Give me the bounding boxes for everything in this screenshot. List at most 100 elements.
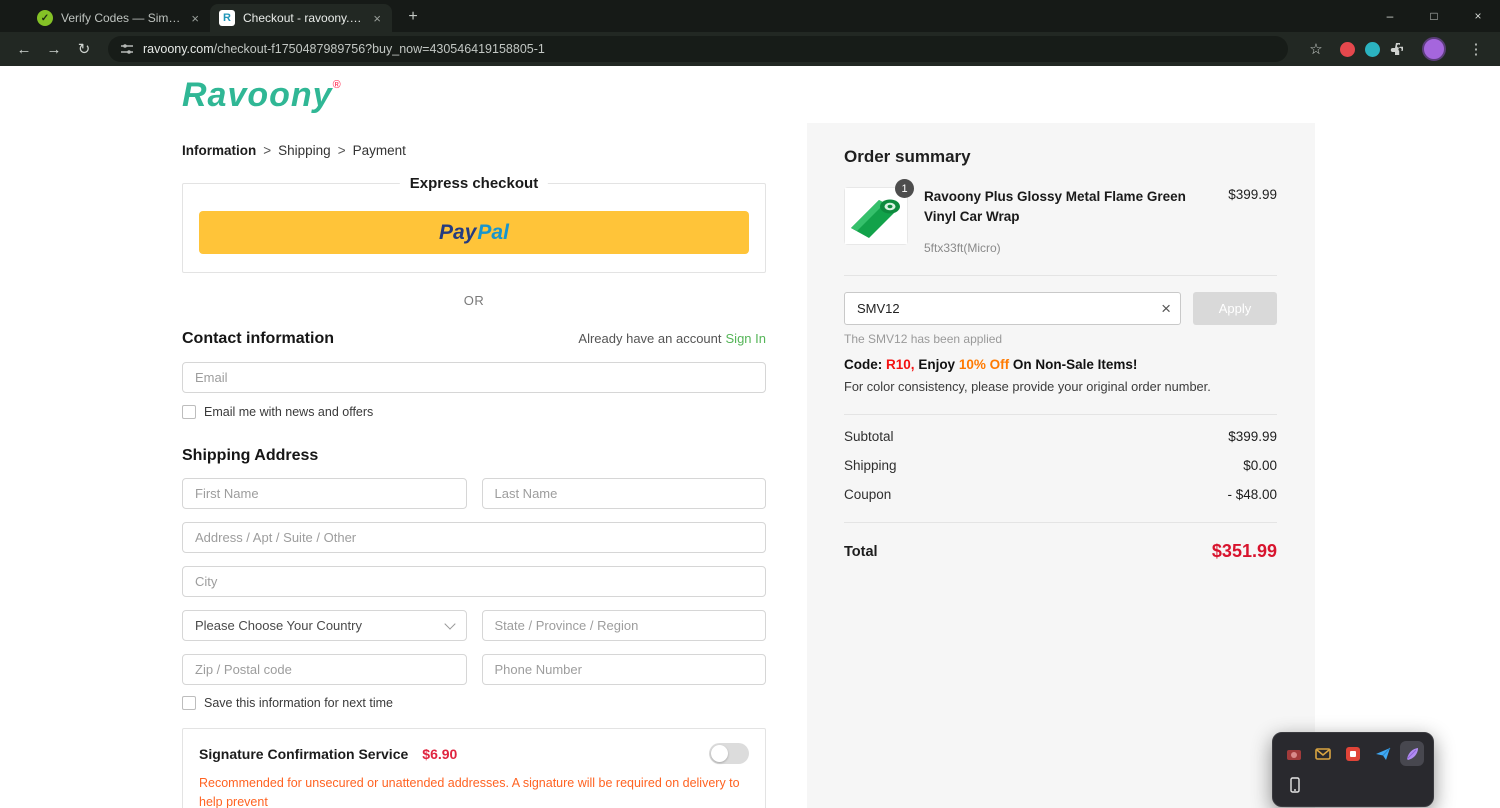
name-fields-row [182,478,766,509]
signature-service-header: Signature Confirmation Service $6.90 [199,743,749,764]
product-name: Ravoony Plus Glossy Metal Flame Green Vi… [924,189,1186,224]
browser-navbar: ← → ↻ ravoony.com/checkout-f175048798975… [0,32,1500,66]
coupon-value: - $48.00 [1227,487,1277,503]
mobile-phone-icon[interactable] [1282,772,1307,797]
phone-field[interactable] [481,654,766,685]
promo-discount: 10% Off [958,357,1010,373]
summary-divider [844,522,1277,524]
total-row: Total $351.99 [844,541,1277,562]
save-info-checkbox[interactable] [182,696,196,710]
extensions-puzzle-icon[interactable] [1390,41,1406,57]
product-thumbnail: 1 [844,179,914,245]
quill-pen-icon[interactable] [1400,741,1424,766]
url-text[interactable]: ravoony.com/checkout-f1750487989756?buy_… [143,42,545,56]
tab-close-icon[interactable]: × [189,11,201,26]
product-price: $399.99 [1228,187,1277,202]
paypal-logo-pal: Pal [477,220,509,244]
address-field[interactable] [182,522,766,553]
total-label: Total [844,543,878,560]
simplycodes-favicon-icon: ✓ [37,10,53,26]
promo-code-label: Code: [844,357,883,373]
breadcrumb-information[interactable]: Information [182,143,256,158]
save-info-label: Save this information for next time [204,696,393,710]
ravoony-favicon-icon: R [219,10,235,26]
toggle-knob [711,745,728,762]
tab-close-icon[interactable]: × [371,11,383,26]
extension-popup-toolbar [1272,732,1434,807]
shipping-row: Shipping $0.00 [844,458,1277,473]
quantity-badge: 1 [895,179,914,198]
shipping-address-title: Shipping Address [182,447,319,464]
shipping-label: Shipping [844,458,897,474]
account-prompt: Already have an account Sign In [578,331,766,346]
tab-checkout-ravoony[interactable]: R Checkout - ravoony.com × [210,4,392,32]
breadcrumb-separator: > [263,143,272,158]
camera-icon[interactable] [1282,741,1306,766]
promo-code-line: Code: R10, Enjoy 10% Off On Non-Sale Ite… [844,357,1277,372]
navbar-right-icons: ☆ ⋮ [1298,35,1490,63]
reload-icon[interactable]: ↻ [70,35,98,63]
forward-icon[interactable]: → [40,35,68,63]
signature-service-toggle[interactable] [709,743,749,764]
url-domain: ravoony.com [143,42,214,56]
popup-second-row [1282,772,1424,797]
newsletter-checkbox[interactable] [182,405,196,419]
clear-coupon-icon[interactable]: × [1161,300,1171,317]
last-name-field[interactable] [481,478,766,509]
subtotal-row: Subtotal $399.99 [844,429,1277,444]
maximize-button[interactable]: □ [1412,0,1456,32]
product-row: 1 Ravoony Plus Glossy Metal Flame Green … [844,179,1277,255]
browser-titlebar: ✓ Verify Codes — SimplyCodes × R Checkou… [0,0,1500,32]
site-settings-icon[interactable] [120,42,134,56]
breadcrumb-separator: > [337,143,346,158]
logo-registered-mark: ® [332,79,342,91]
checkout-form-column: Ravoony® Information > Shipping > Paymen… [182,66,766,808]
account-prompt-text: Already have an account [578,331,722,346]
url-bar[interactable]: ravoony.com/checkout-f1750487989756?buy_… [108,36,1288,62]
promo-code-value: R10, [886,357,915,373]
minimize-button[interactable]: – [1368,0,1412,32]
extension-red-icon[interactable] [1340,41,1355,57]
chevron-down-icon [443,617,456,630]
browser-menu-kebab-icon[interactable]: ⋮ [1462,35,1490,63]
zip-phone-row [182,654,766,685]
bookmark-star-icon[interactable]: ☆ [1302,35,1330,63]
product-info: Ravoony Plus Glossy Metal Flame Green Vi… [924,187,1212,255]
envelope-icon[interactable] [1312,741,1336,766]
contact-header-row: Contact information Already have an acco… [182,330,766,348]
promo-rest: On Non-Sale Items! [1012,357,1138,373]
apply-coupon-button[interactable]: Apply [1193,292,1277,326]
email-field[interactable] [182,362,766,393]
tab-title: Verify Codes — SimplyCodes [61,11,181,25]
back-icon[interactable]: ← [10,35,38,63]
coupon-input-wrap: × [844,292,1181,326]
zip-field[interactable] [182,654,467,685]
country-select[interactable]: Please Choose Your Country [182,610,467,641]
first-name-field[interactable] [182,478,467,509]
extension-teal-icon[interactable] [1365,41,1380,57]
close-window-button[interactable]: × [1456,0,1500,32]
or-divider: OR [463,293,485,308]
coupon-code-input[interactable] [844,292,1181,326]
coupon-row: × Apply [844,292,1277,326]
new-tab-button[interactable]: + [400,4,426,30]
profile-avatar[interactable] [1422,37,1446,61]
summary-divider [844,275,1277,277]
breadcrumb: Information > Shipping > Payment [182,143,766,158]
signature-service-price: $6.90 [422,745,458,762]
sign-in-link[interactable]: Sign In [726,331,766,346]
promo-enjoy: Enjoy [918,357,956,373]
state-field[interactable] [481,610,766,641]
paypal-button[interactable]: Pay Pal [199,211,749,254]
tab-simplycodes[interactable]: ✓ Verify Codes — SimplyCodes × [28,4,210,32]
subtotal-value: $399.99 [1228,429,1277,445]
breadcrumb-shipping[interactable]: Shipping [278,143,331,158]
breadcrumb-payment[interactable]: Payment [353,143,406,158]
contact-information-title: Contact information [182,330,334,347]
paper-plane-icon[interactable] [1371,741,1395,766]
color-consistency-note: For color consistency, please provide yo… [844,379,1211,395]
red-app-icon[interactable] [1341,741,1365,766]
ravoony-logo: Ravoony® [182,76,766,115]
city-field[interactable] [182,566,766,597]
coupon-discount-row: Coupon - $48.00 [844,487,1277,502]
